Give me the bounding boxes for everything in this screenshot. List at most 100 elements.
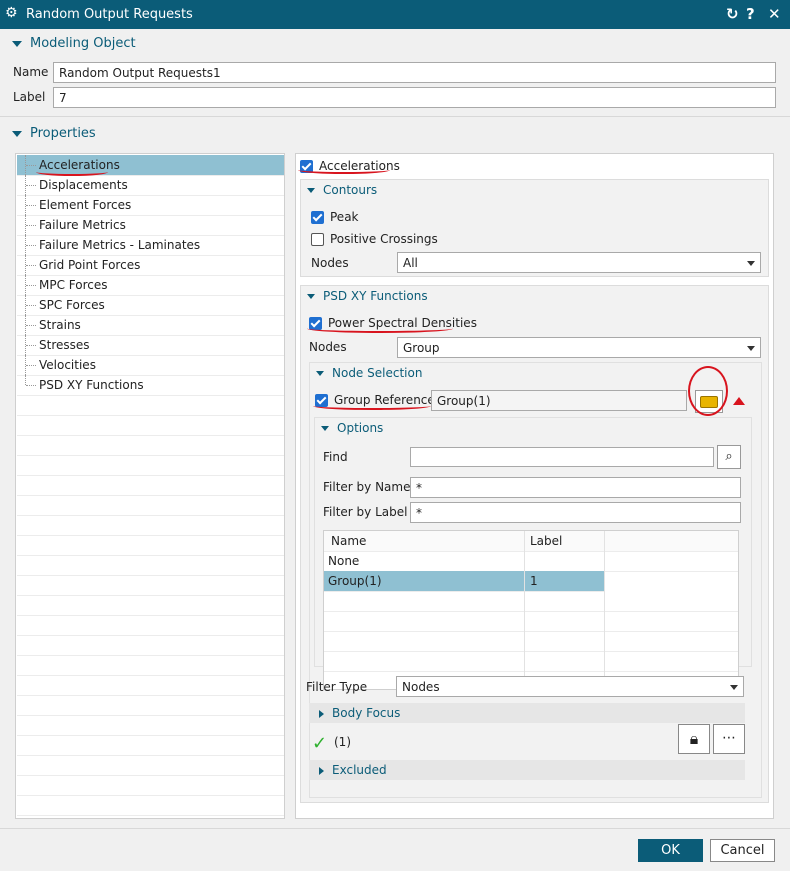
collapse-triangle-icon [316,371,324,376]
psd-group: PSD XY Functions Power Spectral Densitie… [300,285,769,803]
label-label: Label [13,90,46,104]
table-row[interactable]: Group(1) 1 [324,571,604,592]
cancel-button[interactable]: Cancel [710,839,775,862]
tree-connector [26,285,36,286]
filter-type-select[interactable]: Nodes [396,676,744,697]
table-body: None Group(1) 1 [324,551,738,689]
tree-empty-row [17,755,284,776]
tree-empty-row [17,595,284,616]
contours-nodes-select[interactable]: All [397,252,761,273]
tree-empty-row [17,575,284,596]
name-label: Name [13,65,49,79]
tree-item[interactable]: Displacements [17,175,284,196]
tree-empty-row [17,515,284,536]
properties-title: Properties [30,126,96,141]
tree-item[interactable]: Element Forces [17,195,284,216]
binoculars-icon[interactable]: ⌕ [717,445,741,469]
tree-empty-row [17,635,284,656]
table-empty-row [324,631,738,652]
psd-header[interactable]: PSD XY Functions [307,289,428,303]
tree-connector [26,245,36,246]
column-header-name: Name [331,534,367,548]
filter-by-name-input[interactable]: * [410,477,741,498]
table-empty-row [324,651,738,672]
help-icon[interactable]: ? [746,5,755,23]
tree-item-label: Displacements [39,178,128,192]
contours-header[interactable]: Contours [307,183,377,197]
find-input[interactable] [410,447,714,467]
tree-item[interactable]: Failure Metrics - Laminates [17,235,284,256]
tree-connector [26,385,36,386]
column-divider [524,531,525,689]
psd-nodes-select[interactable]: Group [397,337,761,358]
group-table: Name Label None Group(1) 1 [323,530,739,690]
body-focus-title-wrap: Body Focus [319,706,400,720]
excluded-title-wrap: Excluded [319,763,387,777]
close-icon[interactable]: ✕ [768,5,781,23]
tree-connector [26,345,36,346]
tree-item[interactable]: SPC Forces [17,295,284,316]
tree-item[interactable]: Stresses [17,335,284,356]
tree-connector [26,165,36,166]
cell-name: Group(1) [328,574,382,588]
positive-crossings-checkbox[interactable] [311,233,324,246]
tree-item-label: Element Forces [39,198,132,212]
ok-button[interactable]: OK [638,839,703,862]
tree-item[interactable]: PSD XY Functions [17,375,284,396]
tree-item-label: PSD XY Functions [39,378,144,392]
lock-icon[interactable]: 🔒︎ [678,724,710,754]
excluded-header[interactable]: Excluded [309,760,745,780]
contours-group: Contours Peak Positive Crossings Nodes A… [300,179,769,277]
psd-nodes-value: Group [403,341,440,355]
tree-item-label: Failure Metrics - Laminates [39,238,201,252]
peak-toggle[interactable]: Peak [311,210,359,224]
tree-item[interactable]: Failure Metrics [17,215,284,236]
psd-nodes-label: Nodes [309,340,347,354]
tree-item-label: Velocities [39,358,96,372]
body-focus-header[interactable]: Body Focus [309,703,745,723]
annotation-underline [313,402,431,410]
contours-nodes-value: All [403,256,418,270]
peak-checkbox[interactable] [311,211,324,224]
table-row[interactable]: None [324,551,738,572]
modeling-object-header[interactable]: Modeling Object [12,36,136,51]
tree-item[interactable]: Strains [17,315,284,336]
more-options-button[interactable]: ⋯ [713,724,745,754]
selected-count: (1) [334,735,351,749]
reset-icon[interactable]: ↻ [726,5,739,23]
tree-item[interactable]: Velocities [17,355,284,376]
tree-empty-row [17,735,284,756]
tree-connector [26,305,36,306]
tree-empty-row [17,415,284,436]
node-selection-header[interactable]: Node Selection [316,366,422,380]
tree-empty-row [17,435,284,456]
tree-empty-row [17,715,284,736]
options-header[interactable]: Options [321,421,383,435]
tree-item[interactable]: MPC Forces [17,275,284,296]
label-field[interactable]: 7 [53,87,776,108]
tree-item-label: MPC Forces [39,278,108,292]
positive-crossings-toggle[interactable]: Positive Crossings [311,232,438,246]
collapse-triangle-icon [321,426,329,431]
modeling-object-title: Modeling Object [30,36,136,51]
tree-connector [26,325,36,326]
window-title: Random Output Requests [26,7,193,22]
collapse-up-icon[interactable] [733,397,745,405]
filter-by-label-label: Filter by Label [323,505,408,519]
group-reference-field[interactable]: Group(1) [431,390,687,411]
tree-item[interactable]: Grid Point Forces [17,255,284,276]
properties-header[interactable]: Properties [12,126,96,141]
psd-title: PSD XY Functions [323,289,428,303]
name-field[interactable]: Random Output Requests1 [53,62,776,83]
node-selection-title: Node Selection [332,366,423,380]
tree-empty-row [17,535,284,556]
footer-divider [0,828,790,829]
contours-title: Contours [323,183,378,197]
tree-empty-row [17,495,284,516]
tree-empty-row [17,795,284,816]
contours-nodes-label: Nodes [311,256,349,270]
chevron-down-icon [747,261,755,266]
positive-crossings-label: Positive Crossings [330,232,438,246]
filter-by-label-input[interactable]: * [410,502,741,523]
tree-empty-row [17,475,284,496]
